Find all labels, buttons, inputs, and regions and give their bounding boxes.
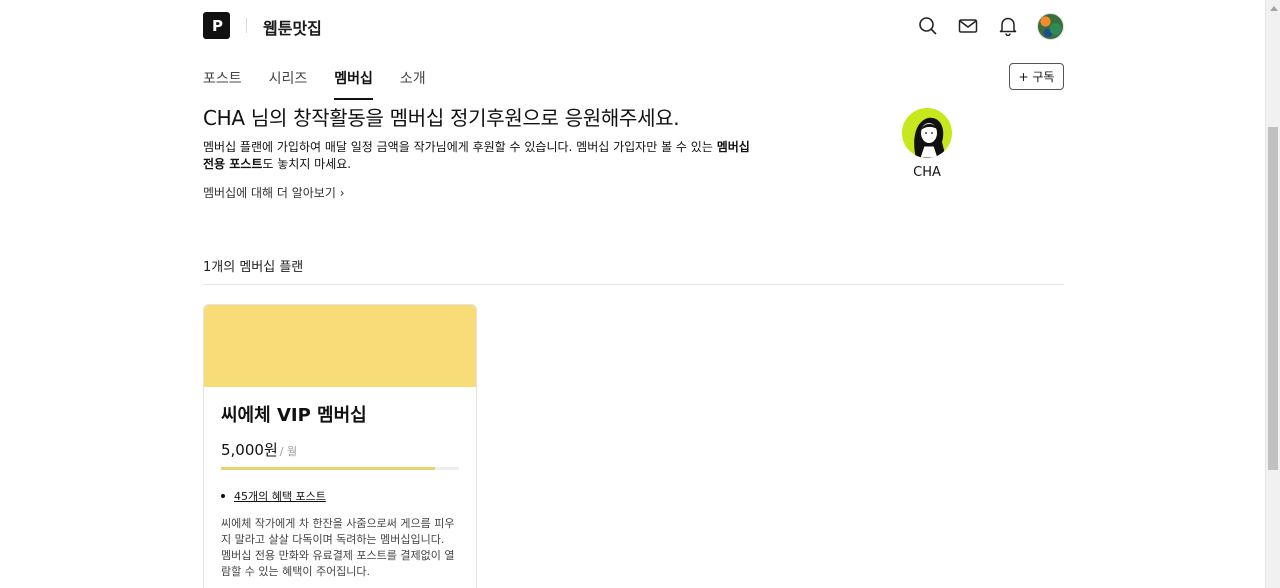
- plan-banner: [204, 305, 476, 387]
- creator-profile[interactable]: CHA: [900, 108, 954, 180]
- logo[interactable]: P: [203, 12, 230, 39]
- plan-description: 씨에체 작가에게 차 한잔을 사줌으로써 게으름 피우지 말라고 살살 다독이며…: [221, 516, 459, 580]
- creator-name: CHA: [913, 165, 941, 180]
- avatar[interactable]: [1037, 12, 1064, 40]
- plan-body: 씨에체 VIP 멤버십 5,000원 / 월 45개의 혜택 포스트 씨에체 작…: [204, 387, 476, 580]
- plan-description-line-2: 멤버십 전용 만화와 유료결제 포스트를 결제없이 열람할 수 있는 혜택이 주…: [221, 549, 455, 578]
- header-icons: [899, 12, 1064, 40]
- plan-price: 5,000원: [221, 441, 278, 459]
- scrollbar[interactable]: [1265, 0, 1280, 588]
- search-icon[interactable]: [917, 15, 939, 37]
- membership-intro-title: CHA 님의 창작활동을 멤버십 정기후원으로 응원해주세요.: [203, 106, 680, 130]
- plan-price-row: 5,000원 / 월: [221, 439, 459, 460]
- plan-benefit: 45개의 혜택 포스트: [221, 488, 459, 504]
- tab-series[interactable]: 시리즈: [269, 62, 308, 100]
- scroll-thumb[interactable]: [1268, 127, 1278, 470]
- intro-desc-part1: 멤버십 플랜에 가입하여 매달 일정 금액을 작가님에게 후원할 수 있습니다.…: [203, 140, 717, 154]
- header: P 웹툰맛집: [203, 12, 1064, 40]
- tab-membership[interactable]: 멤버십: [334, 62, 373, 100]
- tab-bar: 포스트 시리즈 멤버십 소개: [203, 62, 453, 100]
- membership-intro-description: 멤버십 플랜에 가입하여 매달 일정 금액을 작가님에게 후원할 수 있습니다.…: [203, 139, 763, 173]
- plan-progress-fill: [221, 467, 436, 470]
- scroll-up-arrow-icon[interactable]: [1266, 0, 1280, 17]
- learn-more-link[interactable]: 멤버십에 대해 더 알아보기 ›: [203, 184, 345, 201]
- bell-icon[interactable]: [997, 15, 1019, 37]
- subscribe-button[interactable]: + 구독: [1009, 63, 1064, 90]
- creator-avatar: [902, 108, 952, 158]
- logo-text: P: [212, 16, 223, 35]
- tab-about[interactable]: 소개: [400, 62, 426, 100]
- tab-posts[interactable]: 포스트: [203, 62, 242, 100]
- membership-plan-card[interactable]: 씨에체 VIP 멤버십 5,000원 / 월 45개의 혜택 포스트 씨에체 작…: [203, 304, 477, 588]
- mail-icon[interactable]: [957, 15, 979, 37]
- plan-progress-bar: [221, 467, 459, 470]
- bullet-icon: [221, 494, 225, 498]
- divider: [203, 284, 1064, 285]
- blog-name[interactable]: 웹툰맛집: [263, 15, 322, 39]
- plan-period: / 월: [279, 445, 298, 458]
- benefit-posts-link[interactable]: 45개의 혜택 포스트: [234, 488, 326, 504]
- intro-desc-part2: 도 놓치지 마세요.: [262, 157, 352, 171]
- plan-description-line-1: 씨에체 작가에게 차 한잔을 사줌으로써 게으름 피우지 말라고 살살 다독이며…: [221, 517, 455, 546]
- plan-title: 씨에체 VIP 멤버십: [221, 405, 367, 426]
- logo-divider: [246, 18, 247, 33]
- plan-count: 1개의 멤버십 플랜: [203, 260, 304, 275]
